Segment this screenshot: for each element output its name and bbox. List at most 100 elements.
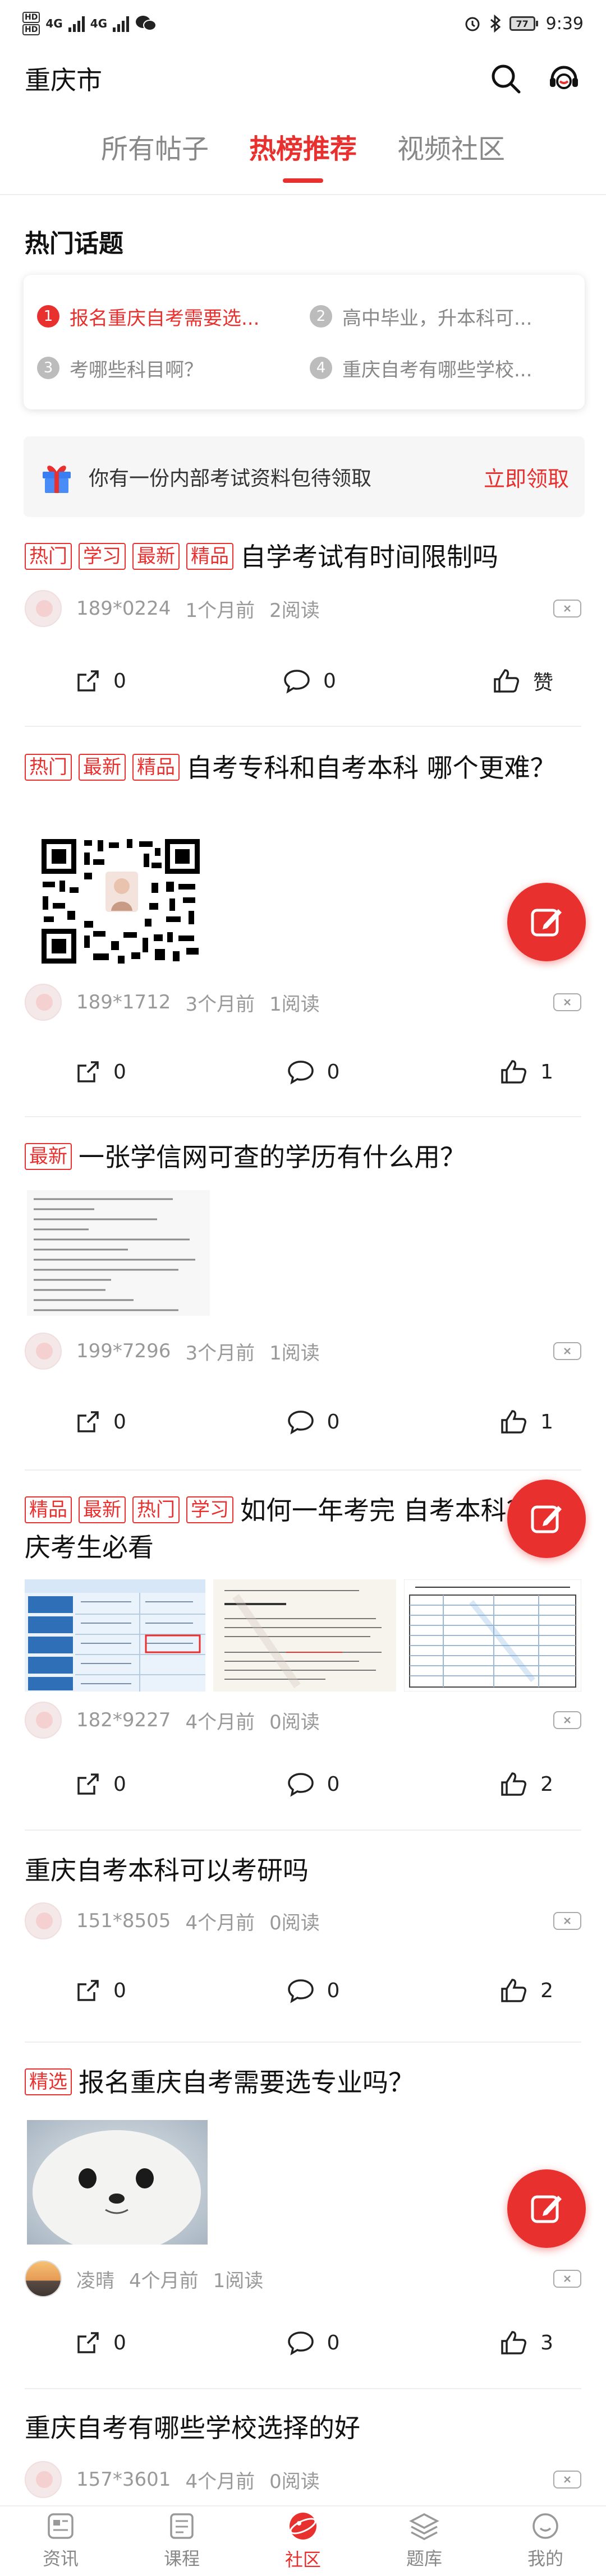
post-card[interactable]: 热门 学习 最新 精品 自学考试有时间限制吗 189*0224 1个月前 2阅读 0 0… <box>25 538 581 694</box>
like-button[interactable]: 3 <box>500 2330 553 2356</box>
claim-now-link[interactable]: 立即领取 <box>484 462 569 492</box>
customer-service-icon[interactable] <box>547 62 581 95</box>
tab-all-posts[interactable]: 所有帖子 <box>101 127 209 183</box>
comment-icon <box>287 1061 314 1085</box>
nav-community[interactable]: 社区 <box>252 2511 354 2572</box>
like-button[interactable]: 赞 <box>493 666 553 695</box>
post-card[interactable]: 精选 报名重庆自考需要选专业吗？ 凌晴 4个月前 1阅读 0 0 3 <box>25 2064 581 2356</box>
comment-button[interactable]: 0 <box>287 2330 339 2356</box>
post-time: 4个月前 <box>185 1911 255 1934</box>
post-image[interactable] <box>27 2120 208 2245</box>
share-button[interactable]: 0 <box>75 2330 126 2356</box>
share-button[interactable]: 0 <box>75 668 126 694</box>
close-icon <box>564 2275 571 2282</box>
dismiss-post-button[interactable] <box>553 1912 581 1930</box>
post-card[interactable]: 精品最新热门学习如何一年考完 自考本科？重庆考生必看 182*9227 <box>25 1492 581 1797</box>
hot-topic-item[interactable]: 4 重庆自考有哪些学校... <box>310 342 571 394</box>
avatar[interactable] <box>25 1902 62 1939</box>
avatar[interactable] <box>25 2461 62 2498</box>
share-count: 0 <box>113 1410 126 1434</box>
post-actions: 0 0 2 <box>25 1978 581 2003</box>
nav-news[interactable]: 资讯 <box>10 2512 111 2570</box>
comment-button[interactable]: 0 <box>287 1978 339 2003</box>
tab-video-community[interactable]: 视频社区 <box>397 127 505 183</box>
like-button[interactable]: 2 <box>500 1978 553 2003</box>
nav-profile[interactable]: 我的 <box>495 2512 596 2570</box>
post-image[interactable] <box>404 1579 581 1692</box>
hot-topic-item[interactable]: 2 高中毕业，升本科可... <box>310 291 571 342</box>
like-button[interactable]: 1 <box>500 1059 553 1085</box>
post-title: 报名重庆自考需要选专业吗？ <box>79 2067 414 2098</box>
dismiss-post-button[interactable] <box>553 600 581 617</box>
nav-course[interactable]: 课程 <box>131 2512 232 2570</box>
avatar[interactable] <box>25 1702 62 1739</box>
network-type-2: 4G <box>90 17 108 30</box>
tag-badge: 最新 <box>25 1143 72 1170</box>
post-card[interactable]: 重庆自考有哪些学校选择的好 157*3601 4个月前 0阅读 <box>25 2409 581 2498</box>
search-icon[interactable] <box>489 62 522 95</box>
tag-badge: 最新 <box>79 754 126 781</box>
post-card[interactable]: 热门 最新 精品 自考专科和自考本科 哪个更难？ 189*1712 3个月前 1阅读 … <box>25 749 581 1085</box>
dismiss-post-button[interactable] <box>553 2471 581 2489</box>
topic-rank: 4 <box>310 357 332 379</box>
post-author: 182*9227 <box>76 1709 171 1731</box>
gift-icon <box>43 466 71 493</box>
like-button[interactable]: 1 <box>500 1409 553 1435</box>
compose-post-button[interactable] <box>507 2169 586 2248</box>
feed-tabs: 所有帖子 热榜推荐 视频社区 <box>0 127 606 183</box>
post-actions: 0 0 3 <box>25 2330 581 2356</box>
comment-button[interactable]: 0 <box>287 1409 340 1435</box>
like-button[interactable]: 2 <box>500 1771 553 1797</box>
hot-topic-item[interactable]: 3 考哪些科目啊？ <box>37 342 299 394</box>
nav-question-bank[interactable]: 题库 <box>374 2512 475 2570</box>
share-button[interactable]: 0 <box>75 1771 126 1797</box>
tag-badge: 热门 <box>25 543 72 570</box>
hot-topic-item[interactable]: 1 报名重庆自考需要选... <box>37 291 299 342</box>
status-bar: HD HD 4G 4G 77 9:39 <box>0 0 606 47</box>
share-button[interactable]: 0 <box>75 1059 126 1085</box>
comment-count: 0 <box>327 1410 340 1434</box>
like-count: 赞 <box>532 671 553 694</box>
promo-banner[interactable]: 你有一份内部考试资料包待领取 立即领取 <box>24 436 585 517</box>
tab-hot-recommend[interactable]: 热榜推荐 <box>249 127 357 183</box>
avatar[interactable] <box>25 1333 62 1370</box>
post-reads: 0阅读 <box>269 2470 320 2493</box>
avatar[interactable] <box>25 590 62 627</box>
comment-button[interactable]: 0 <box>287 1059 339 1085</box>
comment-button[interactable]: 0 <box>283 668 336 694</box>
compose-post-button[interactable] <box>507 883 586 961</box>
tag-badge: 学习 <box>79 543 126 570</box>
compose-post-button[interactable] <box>507 1480 586 1558</box>
status-left: HD HD 4G 4G <box>22 11 157 36</box>
bottom-navigation: 资讯 课程 社区 题库 我的 <box>0 2505 606 2576</box>
comment-button[interactable]: 0 <box>287 1771 339 1797</box>
edit-icon <box>531 1505 562 1533</box>
post-reads: 0阅读 <box>269 1911 320 1934</box>
post-image[interactable] <box>213 1579 396 1692</box>
close-icon <box>564 605 571 612</box>
hot-topics-title: 热门话题 <box>25 229 123 258</box>
tag-badge: 学习 <box>186 1496 233 1523</box>
avatar[interactable] <box>25 2260 62 2297</box>
post-separator <box>25 2042 581 2043</box>
dismiss-post-button[interactable] <box>553 993 581 1011</box>
topic-text: 高中毕业，升本科可... <box>342 307 532 330</box>
post-image[interactable] <box>27 1190 210 1316</box>
dismiss-post-button[interactable] <box>553 1711 581 1729</box>
topic-rank: 2 <box>310 305 332 328</box>
qr-code-image[interactable] <box>39 837 202 966</box>
close-icon <box>564 999 571 1006</box>
share-button[interactable]: 0 <box>75 1409 126 1435</box>
post-card[interactable]: 重庆自考本科可以考研吗 151*8505 4个月前 0阅读 0 0 2 <box>25 1852 581 2003</box>
post-title-line: 精选 报名重庆自考需要选专业吗？ <box>25 2064 581 2101</box>
share-button[interactable]: 0 <box>75 1978 126 2003</box>
dismiss-post-button[interactable] <box>553 1342 581 1360</box>
post-separator <box>25 1830 581 1831</box>
post-image[interactable] <box>25 1579 205 1692</box>
post-separator <box>25 1116 581 1117</box>
post-card[interactable]: 最新 一张学信网可查的学历有什么用？ 199*7296 3个月前 1阅读 0 0 … <box>25 1139 581 1435</box>
dismiss-post-button[interactable] <box>553 2270 581 2288</box>
post-title: 重庆自考本科可以考研吗 <box>25 1855 309 1886</box>
avatar[interactable] <box>25 984 62 1021</box>
city-selector[interactable]: 重庆市 <box>25 60 102 97</box>
